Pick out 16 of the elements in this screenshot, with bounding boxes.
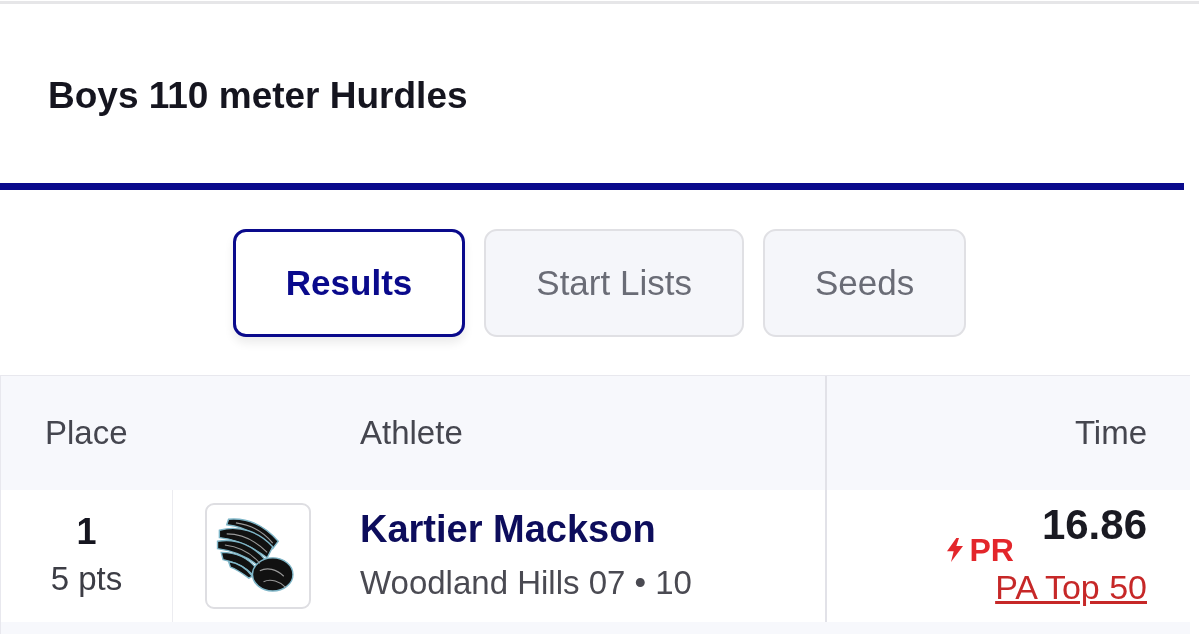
column-header: Athlete bbox=[360, 414, 463, 452]
personal-record-label: PR bbox=[969, 534, 1014, 567]
event-title: Boys 110 meter Hurdles bbox=[48, 74, 468, 119]
ranking-link[interactable]: PA Top 50 bbox=[995, 568, 1147, 608]
column-header: Place bbox=[45, 414, 128, 452]
lightning-bolt-icon bbox=[947, 537, 964, 564]
winged-ball-logo-icon bbox=[205, 503, 311, 609]
team-grade-text: Woodland Hills 07 • 10 bbox=[360, 562, 692, 603]
column-header: Time bbox=[1074, 414, 1147, 452]
tab[interactable]: Results bbox=[232, 229, 466, 337]
athlete-name[interactable]: Kartier Mackson bbox=[360, 506, 692, 553]
tab[interactable]: Start Lists bbox=[484, 229, 744, 337]
place-number: 1 bbox=[76, 510, 97, 553]
tab[interactable]: Seeds bbox=[762, 229, 967, 337]
points-text: 5 pts bbox=[50, 559, 123, 600]
time-value: 16.86 bbox=[1041, 504, 1147, 547]
